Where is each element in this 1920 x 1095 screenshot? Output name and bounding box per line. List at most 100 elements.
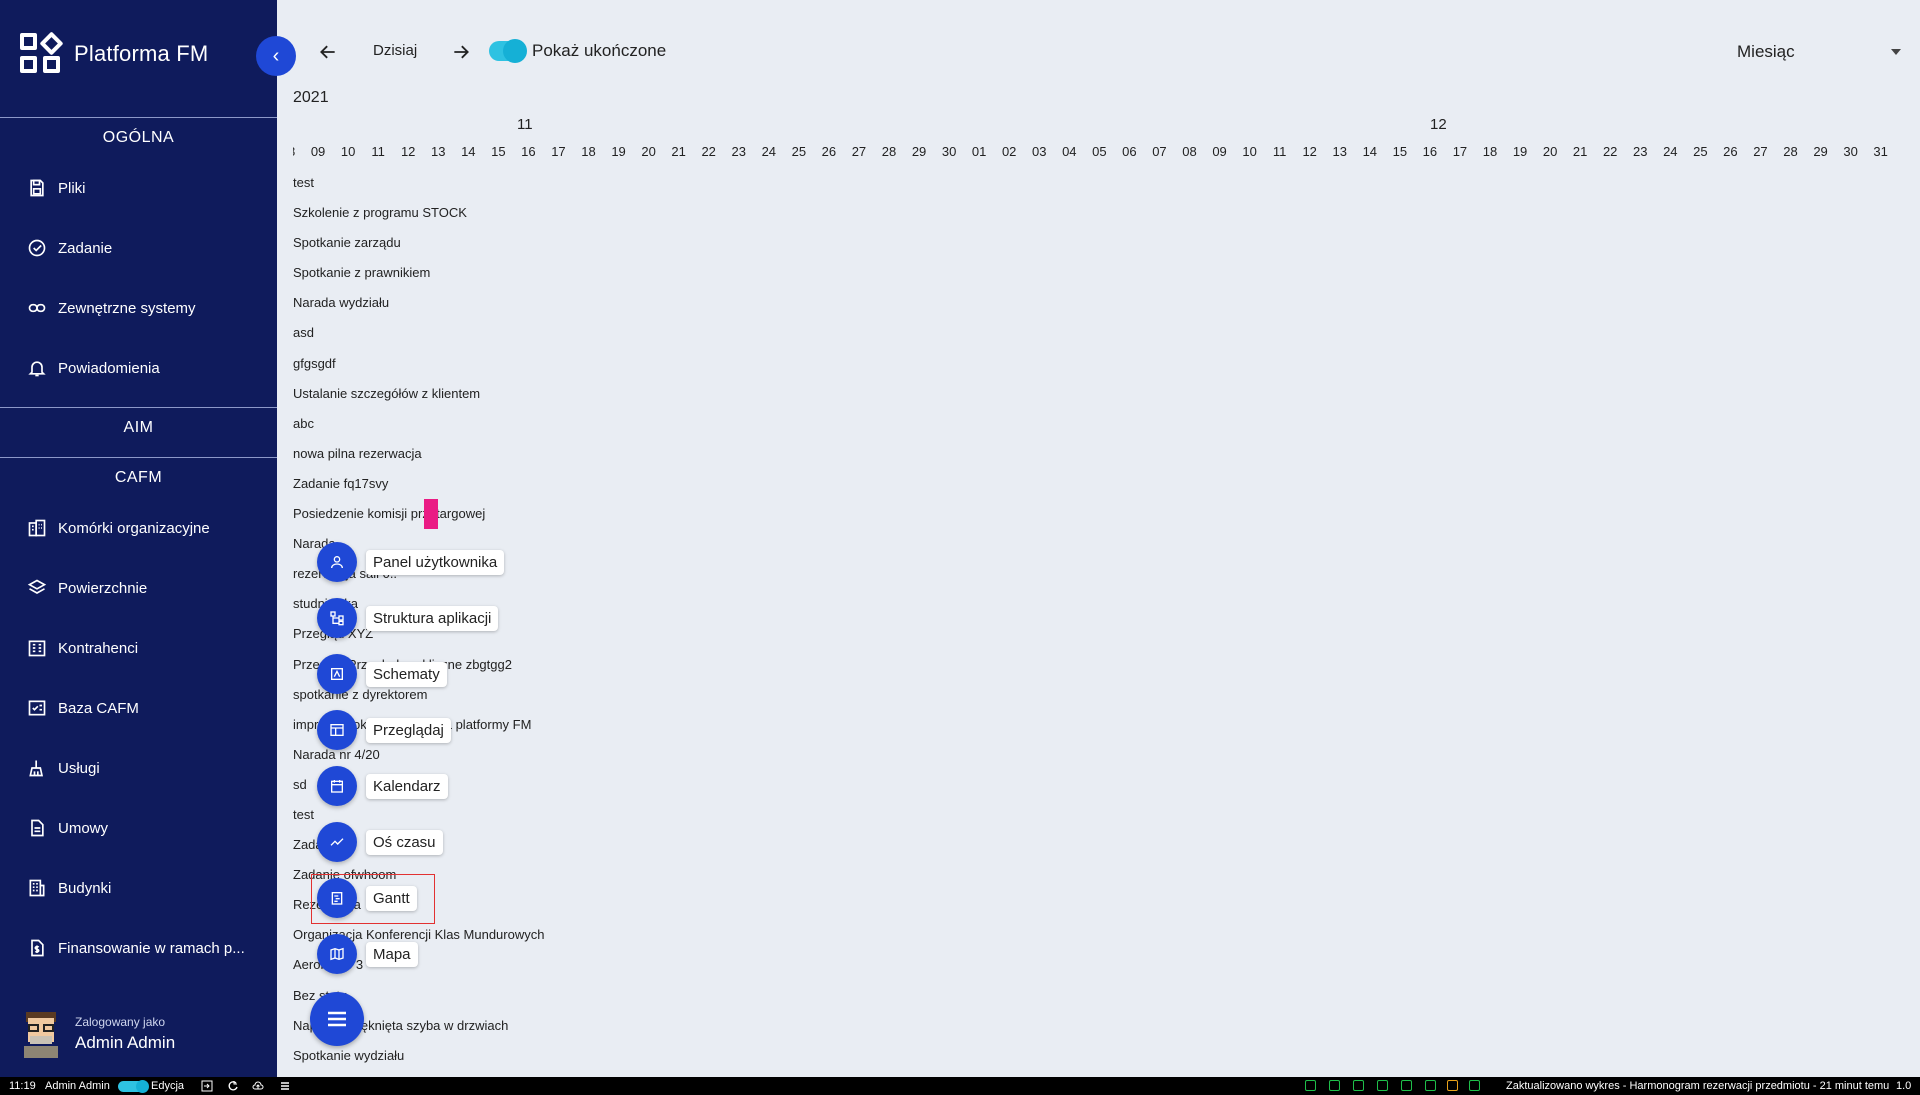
sidebar-item-umowy[interactable]: Umowy: [0, 808, 277, 848]
toolbar: Dzisiaj Pokaż ukończone Miesiąc: [277, 0, 1920, 100]
brand[interactable]: Platforma FM: [20, 31, 209, 75]
sidebar-item-powiadomienia[interactable]: Powiadomienia: [0, 348, 277, 388]
gantt-row-label[interactable]: test: [293, 174, 544, 204]
gantt-month: 11: [517, 116, 533, 133]
gantt-day: 12: [1302, 144, 1317, 159]
sidebar-item-uslugi[interactable]: Usługi: [0, 748, 277, 788]
sidebar-item-powierzchnie[interactable]: Powierzchnie: [0, 568, 277, 608]
section-title-aim[interactable]: AIM: [0, 419, 277, 437]
fab-label: Struktura aplikacji: [366, 605, 499, 631]
status-indicator-icon[interactable]: [1377, 1080, 1388, 1091]
fab-menu-button[interactable]: [310, 992, 364, 1046]
gantt-day: 23: [1633, 144, 1648, 159]
fab-label: Schematy: [366, 661, 447, 687]
gantt-row-label[interactable]: Ustalanie szczegółów z klientem: [293, 385, 544, 415]
sidebar-item-label: Powierzchnie: [58, 579, 148, 597]
refresh-icon[interactable]: [227, 1080, 239, 1092]
sidebar-collapse-button[interactable]: ‹: [256, 36, 296, 76]
gantt-row-label[interactable]: Szkolenie z programu STOCK: [293, 204, 544, 234]
gantt-row-label[interactable]: Posiedzenie komisji przetargowej: [293, 505, 544, 535]
gantt-day: 14: [1362, 144, 1378, 159]
finance-icon: [26, 937, 48, 959]
gantt-day: 02: [1001, 144, 1017, 159]
login-icon[interactable]: [201, 1080, 213, 1092]
sidebar-item-finansowanie[interactable]: Finansowanie w ramach p...: [0, 928, 277, 968]
status-indicator-icon[interactable]: [1401, 1080, 1412, 1091]
sidebar-item-budynki[interactable]: Budynki: [0, 868, 277, 908]
status-indicator-icon[interactable]: [1425, 1080, 1436, 1091]
app-title: Platforma FM: [74, 41, 209, 66]
gantt-row-label[interactable]: Zadanie fq17svy: [293, 475, 544, 505]
gantt-day: 19: [611, 144, 626, 159]
status-indicator-icon[interactable]: [1353, 1080, 1364, 1091]
fab-item-struktura-aplikacji[interactable]: Struktura aplikacji: [317, 598, 499, 638]
sidebar-item-pliki[interactable]: Pliki: [0, 168, 277, 208]
sidebar-item-baza-cafm[interactable]: Baza CAFM: [0, 688, 277, 728]
gantt-row-label[interactable]: nowa pilna rezerwacja: [293, 445, 544, 475]
sidebar-item-label: Baza CAFM: [58, 699, 139, 717]
previous-button[interactable]: [316, 40, 340, 64]
cloud-upload-icon[interactable]: [252, 1080, 264, 1092]
fab-item-mapa[interactable]: Mapa: [317, 934, 418, 974]
status-indicator-icon[interactable]: [1305, 1080, 1316, 1091]
next-button[interactable]: [449, 40, 473, 64]
gantt-day: 30: [941, 144, 957, 159]
bell-icon: [26, 357, 48, 379]
gantt-day: 01: [971, 144, 987, 159]
gantt-day: 27: [1753, 144, 1768, 159]
fab-item-panel-uzytkownika[interactable]: Panel użytkownika: [317, 542, 505, 582]
gantt-row-label[interactable]: Spotkanie z prawnikiem: [293, 264, 544, 294]
sidebar: Platforma FM OGÓLNA Pliki Zadanie Zewnęt…: [0, 0, 277, 1077]
link-icon: [26, 297, 48, 319]
gantt-day: 17: [551, 144, 566, 159]
map-icon: [317, 934, 357, 974]
check-circle-icon: [26, 237, 48, 259]
fab-item-schematy[interactable]: Schematy: [317, 654, 447, 694]
status-mode: Edycja: [151, 1080, 185, 1092]
sidebar-item-zadanie[interactable]: Zadanie: [0, 228, 277, 268]
user-block[interactable]: Zalogowany jako Admin Admin: [20, 1010, 175, 1058]
fab-item-os-czasu[interactable]: Oś czasu: [317, 822, 443, 862]
gantt-day: 18: [581, 144, 596, 159]
gantt-row-label[interactable]: abc: [293, 415, 544, 445]
gantt-day: 20: [1542, 144, 1558, 159]
sidebar-item-label: Zadanie: [58, 239, 113, 257]
gantt-day: 21: [1572, 144, 1588, 159]
gantt-day: 26: [1723, 144, 1738, 159]
gantt-task-bar[interactable]: [424, 499, 438, 529]
gantt-day: 22: [701, 144, 716, 159]
gantt-day: 16: [1422, 144, 1438, 159]
sidebar-item-label: Usługi: [58, 759, 100, 777]
status-message: Zaktualizowano wykres - Harmonogram reze…: [1506, 1080, 1890, 1092]
gantt-row-label[interactable]: Spotkanie wydziału: [293, 1047, 544, 1077]
status-indicator-icon[interactable]: [1469, 1080, 1480, 1091]
list-icon[interactable]: [279, 1080, 291, 1092]
gantt-row-label[interactable]: Spotkanie zarządu: [293, 234, 544, 264]
fab-label: Oś czasu: [366, 829, 443, 855]
view-select[interactable]: Miesiąc: [1737, 30, 1907, 74]
buildings-icon: [26, 517, 48, 539]
user-name: Admin Admin: [75, 1033, 176, 1052]
gantt-row-label[interactable]: Narada wydziału: [293, 294, 544, 324]
gantt-day: 14: [461, 144, 476, 159]
chevron-left-icon: ‹: [272, 44, 280, 67]
sidebar-item-komorki-organizacyjne[interactable]: Komórki organizacyjne: [0, 508, 277, 548]
show-completed-toggle[interactable]: [489, 39, 527, 63]
document-icon: [26, 817, 48, 839]
gantt-day: 10: [1242, 144, 1257, 159]
edit-mode-toggle[interactable]: [118, 1080, 149, 1093]
fab-item-kalendarz[interactable]: Kalendarz: [317, 766, 448, 806]
fab-item-przegladaj[interactable]: Przeglądaj: [317, 710, 451, 750]
today-button[interactable]: Dzisiaj: [373, 42, 417, 59]
avatar: [20, 1010, 62, 1058]
arrow-left-icon: [320, 45, 335, 59]
sidebar-item-zewnetrzne-systemy[interactable]: Zewnętrzne systemy: [0, 288, 277, 328]
gantt-row-label[interactable]: gfgsgdf: [293, 355, 544, 385]
status-indicator-icon[interactable]: [1329, 1080, 1340, 1091]
gantt-day: 27: [851, 144, 867, 159]
gantt-day: 20: [641, 144, 656, 159]
save-status-icon[interactable]: [1447, 1080, 1458, 1091]
sidebar-item-kontrahenci[interactable]: Kontrahenci: [0, 628, 277, 668]
fab-label: Kalendarz: [366, 773, 448, 799]
gantt-row-label[interactable]: asd: [293, 324, 544, 354]
